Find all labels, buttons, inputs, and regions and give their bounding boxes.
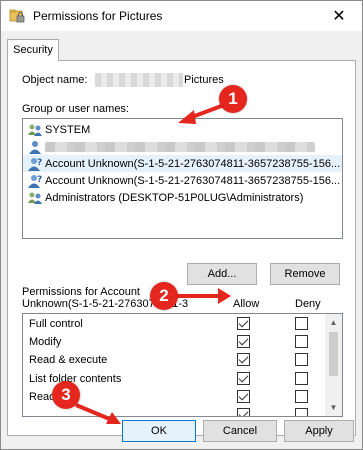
step-marker-3: 3 [52,381,80,409]
step-marker-1: 1 [219,85,247,113]
annotation-arrow-3 [75,403,121,424]
step-marker-2: 2 [150,282,178,310]
